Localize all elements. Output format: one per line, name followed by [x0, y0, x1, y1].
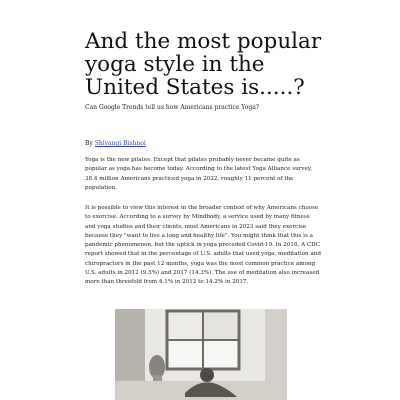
byline-prefix: By	[85, 140, 95, 147]
byline: By Shivangi Bishnoi	[85, 140, 146, 148]
article-paragraph: It is possible to view this interest in …	[85, 205, 321, 286]
author-link[interactable]: Shivangi Bishnoi	[95, 140, 146, 147]
article-subtitle: Can Google Trends tell us how Americans …	[85, 104, 259, 111]
article-paragraph: Yoga is the new pilates. Except that pil…	[85, 157, 313, 191]
article-title: And the most popular yoga style in the U…	[85, 29, 322, 100]
yoga-photo-image	[115, 309, 287, 400]
article-photo	[115, 309, 287, 400]
